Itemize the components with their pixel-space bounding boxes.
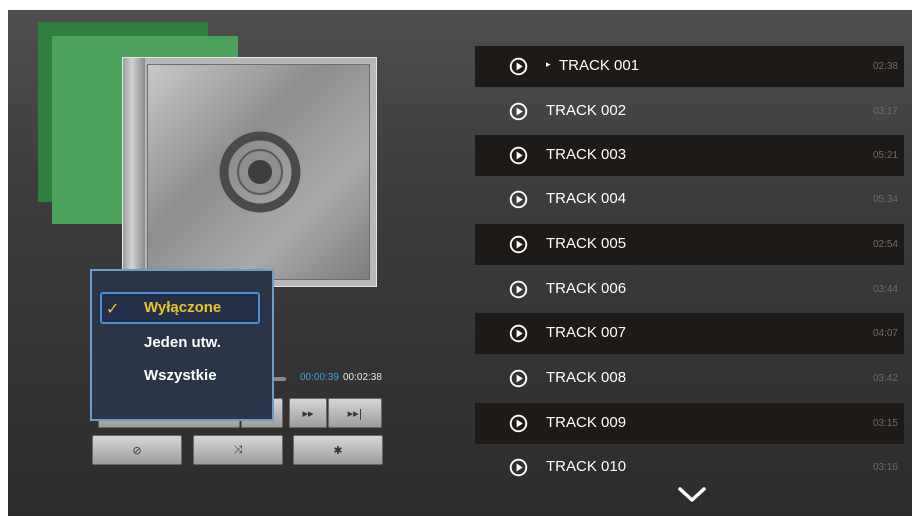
track-title: TRACK 004 [546,190,627,207]
track-duration: 02:54 [872,239,898,250]
track-duration: 04:07 [872,328,898,339]
repeat-menu: ✓ Wyłączone Jeden utw. Wszystkie [90,269,274,421]
repeat-off-icon: ⊘ [132,443,142,457]
track-row[interactable]: TRACK 010 03:16 [475,447,904,488]
track-duration: 03:42 [872,373,898,384]
play-circle-icon[interactable] [509,146,528,165]
track-duration: 03:15 [872,418,898,429]
track-row[interactable]: TRACK 009 03:15 [475,403,904,444]
repeat-option-all[interactable]: Wszystkie [144,367,217,384]
now-playing-indicator: ▸ [546,59,551,69]
play-circle-icon[interactable] [509,235,528,254]
cd-case-spine [123,58,145,286]
track-duration: 05:21 [872,150,898,161]
play-circle-icon[interactable] [509,458,528,477]
play-circle-icon[interactable] [509,324,528,343]
track-title: TRACK 006 [546,280,627,297]
play-circle-icon[interactable] [509,280,528,299]
track-row[interactable]: TRACK 004 05:34 [475,179,904,220]
track-row[interactable]: ▸ TRACK 001 02:38 [475,46,904,87]
track-title: TRACK 007 [546,324,627,341]
track-duration: 03:16 [872,462,898,473]
gear-icon: ✱ [333,443,343,457]
track-row[interactable]: TRACK 006 03:44 [475,269,904,310]
repeat-off-button[interactable]: ⊘ [92,435,182,465]
track-duration: 05:34 [872,194,898,205]
track-row[interactable]: TRACK 002 03:17 [475,91,904,132]
repeat-option-one[interactable]: Jeden utw. [144,334,221,351]
skip-next-icon: ▸▸| [347,406,363,420]
fast-forward-button[interactable]: ▸▸ [289,398,327,428]
play-circle-icon[interactable] [509,57,528,76]
fast-forward-icon: ▸▸ [302,406,314,420]
track-title: TRACK 001 [559,57,640,74]
track-row[interactable]: TRACK 005 02:54 [475,224,904,265]
cd-case-cover [147,64,370,280]
cd-case-image [122,57,377,287]
track-row[interactable]: TRACK 007 04:07 [475,313,904,354]
checkmark-icon: ✓ [106,301,120,318]
repeat-option-off[interactable]: Wyłączone [144,299,221,316]
track-title: TRACK 008 [546,369,627,386]
track-duration: 02:38 [872,61,898,72]
chevron-down-icon[interactable] [676,484,708,506]
track-duration: 03:17 [872,106,898,117]
track-row[interactable]: TRACK 003 05:21 [475,135,904,176]
music-player-screen: 00:00:39 00:02:38 ▸▸ ▸▸| ⊘ ⤨ ✱ ✓ Wyłączo… [8,10,912,516]
play-circle-icon[interactable] [509,190,528,209]
time-current: 00:00:39 [300,372,339,383]
play-circle-icon[interactable] [509,414,528,433]
track-title: TRACK 009 [546,414,627,431]
track-duration: 03:44 [872,284,898,295]
track-title: TRACK 002 [546,102,627,119]
time-total: 00:02:38 [343,372,382,383]
play-circle-icon[interactable] [509,369,528,388]
play-circle-icon[interactable] [509,102,528,121]
settings-button[interactable]: ✱ [293,435,383,465]
shuffle-off-icon: ⤨ [233,443,243,456]
track-title: TRACK 010 [546,458,627,475]
track-row[interactable]: TRACK 008 03:42 [475,358,904,399]
track-title: TRACK 003 [546,146,627,163]
track-title: TRACK 005 [546,235,627,252]
shuffle-off-button[interactable]: ⤨ [193,435,283,465]
disc-icon [219,131,301,213]
skip-next-button[interactable]: ▸▸| [328,398,382,428]
